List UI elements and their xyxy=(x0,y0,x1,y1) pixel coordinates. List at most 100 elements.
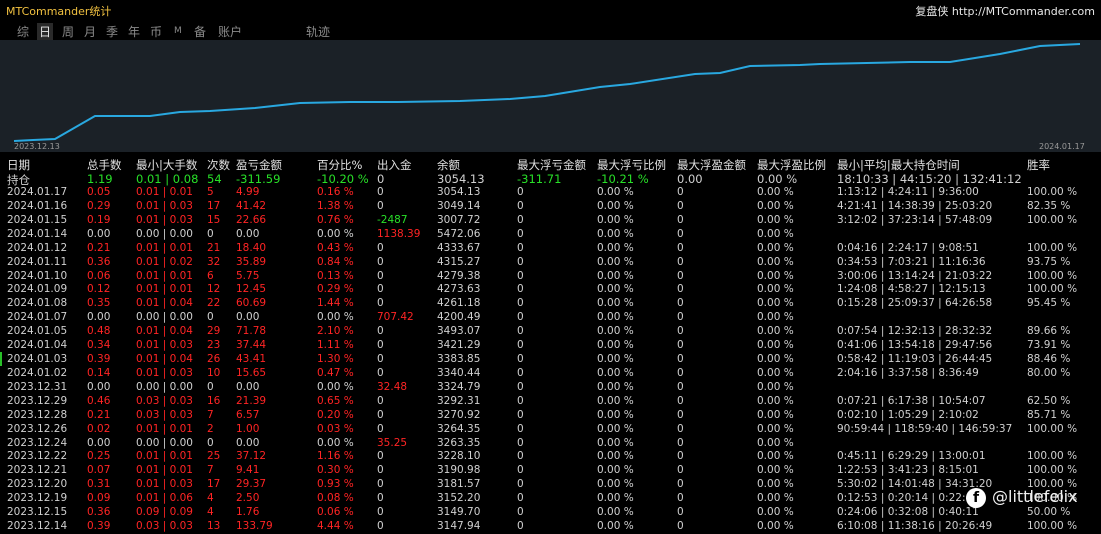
table-row[interactable]: 2024.01.05 0.48 0.01 | 0.04 29 71.78 2.10 % 0 3… xyxy=(0,325,1101,339)
table-row[interactable]: 2023.12.24 0.00 0.00 | 0.00 0 0.00 0.00 % 35.2… xyxy=(0,437,1101,451)
row-lots: 0.39 xyxy=(87,520,111,533)
table-row[interactable]: 2024.01.16 0.29 0.01 | 0.03 17 41.42 1.38 % 0 3… xyxy=(0,200,1101,214)
col-min-max-lots[interactable]: 最小|大手数 xyxy=(136,157,197,173)
row-win-rate: 100.00 % xyxy=(1027,450,1078,463)
col-percent[interactable]: 百分比% xyxy=(317,157,362,173)
row-max-float-profit-pct: 0.00 % xyxy=(757,436,794,449)
col-hold-time[interactable]: 最小|平均|最大持仓时间 xyxy=(837,157,960,173)
tab-notes[interactable]: 备 xyxy=(194,23,206,40)
col-pnl[interactable]: 盈亏金额 xyxy=(236,157,282,173)
table-row[interactable]: 2023.12.22 0.25 0.01 | 0.01 25 37.12 1.16 % 0 3… xyxy=(0,450,1101,464)
row-max-float-profit-pct: 0.00 % xyxy=(757,311,794,324)
tab-quarter[interactable]: 季 xyxy=(106,23,118,40)
table-row[interactable]: 2024.01.14 0.00 0.00 | 0.00 0 0.00 0.00 % 1138… xyxy=(0,228,1101,242)
row-hold-time: 0:34:53 | 7:03:21 | 11:16:36 xyxy=(837,255,986,268)
row-date: 2024.01.09 xyxy=(7,283,68,296)
row-max-float-loss: 0 xyxy=(517,227,524,240)
table-row[interactable]: 2023.12.26 0.02 0.01 | 0.01 2 1.00 0.03 % 0 326… xyxy=(0,423,1101,437)
col-balance[interactable]: 余额 xyxy=(437,157,460,173)
table-row[interactable]: 2023.12.19 0.09 0.01 | 0.06 4 2.50 0.08 % 0 315… xyxy=(0,492,1101,506)
table-row[interactable]: 2024.01.09 0.12 0.01 | 0.01 12 12.45 0.29 % 0 4… xyxy=(0,283,1101,297)
row-pnl: 5.75 xyxy=(236,269,260,282)
row-max-float-profit: 0 xyxy=(677,380,684,393)
row-minmax: 0.00 | 0.00 xyxy=(136,311,193,324)
chart-start-date: 2023.12.13 xyxy=(14,142,60,151)
row-hold-time: 2:04:16 | 3:37:58 | 8:36:49 xyxy=(837,366,979,379)
table-row[interactable]: 2023.12.14 0.39 0.03 | 0.03 13 133.79 4.44 % 0… xyxy=(0,520,1101,534)
tab-day[interactable]: 日 xyxy=(37,23,54,40)
row-pnl: 12.45 xyxy=(236,283,267,296)
table-row[interactable]: 2024.01.07 0.00 0.00 | 0.00 0 0.00 0.00 % 707.… xyxy=(0,311,1101,325)
row-pct: 0.65 % xyxy=(317,394,354,407)
row-hold-time: 0:07:54 | 12:32:13 | 28:32:32 xyxy=(837,325,993,338)
table-row[interactable]: 2024.01.03 0.39 0.01 | 0.04 26 43.41 1.30 % 0 3… xyxy=(0,353,1101,367)
row-count: 12 xyxy=(207,283,221,296)
table-row[interactable]: 2023.12.29 0.46 0.03 | 0.03 16 21.39 0.65 % 0 3… xyxy=(0,395,1101,409)
row-max-float-loss-pct: 0.00 % xyxy=(597,506,634,519)
tab-month[interactable]: 月 xyxy=(84,23,96,40)
row-lots: 0.14 xyxy=(87,366,111,379)
row-win-rate: 100.00 % xyxy=(1027,422,1078,435)
table-row[interactable]: 2024.01.17 0.05 0.01 | 0.01 5 4.99 0.16 % 0 305… xyxy=(0,186,1101,200)
table-row[interactable]: 2023.12.20 0.31 0.01 | 0.03 17 29.37 0.93 % 0 3… xyxy=(0,478,1101,492)
table-row[interactable]: 2024.01.12 0.21 0.01 | 0.01 21 18.40 0.43 % 0 4… xyxy=(0,242,1101,256)
row-pnl: 22.66 xyxy=(236,213,267,226)
row-flow: 0 xyxy=(377,325,384,338)
table-row[interactable]: 2023.12.28 0.21 0.03 | 0.03 7 6.57 0.20 % 0 327… xyxy=(0,409,1101,423)
row-date: 2024.01.07 xyxy=(7,311,68,324)
tab-summary[interactable]: 综 xyxy=(17,23,29,40)
row-max-float-loss-pct: 0.00 % xyxy=(597,380,634,393)
row-count: 0 xyxy=(207,380,214,393)
row-pnl: 18.40 xyxy=(236,241,267,254)
row-win-rate: 93.75 % xyxy=(1027,255,1071,268)
row-max-float-loss: 0 xyxy=(517,199,524,212)
table-row[interactable]: 2024.01.15 0.19 0.01 | 0.03 15 22.66 0.76 % -2… xyxy=(0,214,1101,228)
row-lots: 0.07 xyxy=(87,464,111,477)
col-max-float-loss-pct[interactable]: 最大浮亏比例 xyxy=(597,157,666,173)
row-max-float-loss-pct: 0.00 % xyxy=(597,394,634,407)
row-balance: 3340.44 xyxy=(437,366,481,379)
row-win-rate: 73.91 % xyxy=(1027,339,1071,352)
row-lots: 0.00 xyxy=(87,380,111,393)
row-max-float-profit: 0 xyxy=(677,422,684,435)
row-count: 25 xyxy=(207,450,221,463)
table-row[interactable]: 2024.01.10 0.06 0.01 | 0.01 6 5.75 0.13 % 0 427… xyxy=(0,270,1101,284)
col-max-float-loss[interactable]: 最大浮亏金额 xyxy=(517,157,586,173)
tab-m[interactable]: M xyxy=(174,26,182,36)
brand-link[interactable]: 复盘侠 http://MTCommander.com xyxy=(915,3,1095,19)
row-minmax: 0.01 | 0.01 xyxy=(136,464,193,477)
col-max-float-profit[interactable]: 最大浮盈金额 xyxy=(677,157,746,173)
col-max-float-profit-pct[interactable]: 最大浮盈比例 xyxy=(757,157,826,173)
row-max-float-loss: 0 xyxy=(517,269,524,282)
row-count: 16 xyxy=(207,394,221,407)
row-max-float-loss: 0 xyxy=(517,394,524,407)
table-row[interactable]: 2024.01.02 0.14 0.01 | 0.03 10 15.65 0.47 % 0 3… xyxy=(0,367,1101,381)
row-date: 2024.01.05 xyxy=(7,325,68,338)
row-hold-time: 1:22:53 | 3:41:23 | 8:15:01 xyxy=(837,464,979,477)
tab-account[interactable]: 账户 xyxy=(218,23,242,40)
table-row[interactable]: 2023.12.31 0.00 0.00 | 0.00 0 0.00 0.00 % 32.4… xyxy=(0,381,1101,395)
table-row[interactable]: 2024.01.08 0.35 0.01 | 0.04 22 60.69 1.44 % 0 4… xyxy=(0,297,1101,311)
table-row[interactable]: 2023.12.21 0.07 0.01 | 0.01 7 9.41 0.30 % 0 319… xyxy=(0,464,1101,478)
col-cash-flow[interactable]: 出入金 xyxy=(377,157,412,173)
row-lots: 0.00 xyxy=(87,311,111,324)
row-max-float-profit: 0 xyxy=(677,255,684,268)
row-win-rate: 62.50 % xyxy=(1027,394,1071,407)
col-win-rate[interactable]: 胜率 xyxy=(1027,157,1050,173)
table-row[interactable]: 2024.01.04 0.34 0.01 | 0.03 23 37.44 1.11 % 0 3… xyxy=(0,339,1101,353)
col-count[interactable]: 次数 xyxy=(207,157,230,173)
tab-currency[interactable]: 币 xyxy=(150,23,162,40)
tab-track[interactable]: 轨迹 xyxy=(306,23,330,40)
row-max-float-loss: 0 xyxy=(517,380,524,393)
row-selection-marker xyxy=(0,352,2,366)
col-total-lots[interactable]: 总手数 xyxy=(87,157,122,173)
table-row[interactable]: 2023.12.15 0.36 0.09 | 0.09 4 1.76 0.06 % 0 314… xyxy=(0,506,1101,520)
tab-week[interactable]: 周 xyxy=(62,23,74,40)
tab-year[interactable]: 年 xyxy=(128,23,140,40)
row-date: 2024.01.02 xyxy=(7,366,68,379)
col-date[interactable]: 日期 xyxy=(7,157,30,173)
row-date: 2023.12.15 xyxy=(7,506,68,519)
table-row[interactable]: 2024.01.11 0.36 0.01 | 0.02 32 35.89 0.84 % 0 4… xyxy=(0,256,1101,270)
title-bar: MTCommander统计 复盘侠 http://MTCommander.com xyxy=(0,0,1101,20)
row-max-float-profit-pct: 0.00 % xyxy=(757,408,794,421)
